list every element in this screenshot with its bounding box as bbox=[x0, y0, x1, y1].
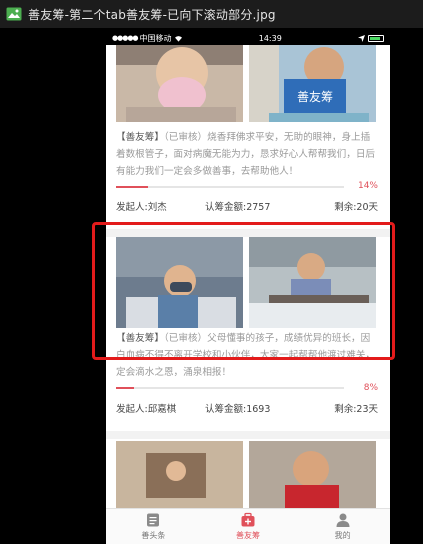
project-photo-right: 善友筹 bbox=[249, 45, 378, 122]
remaining-label: 剩余:23天 bbox=[334, 404, 378, 415]
amount-label: 认筹金额:1693 bbox=[205, 404, 271, 415]
progress-bar bbox=[116, 387, 344, 389]
project-photo-left bbox=[116, 45, 245, 122]
tab-label: 善头条 bbox=[141, 531, 166, 540]
project-photo-right bbox=[249, 237, 378, 328]
progress-bar bbox=[116, 186, 344, 188]
project-description: 【善友筹】（已审核）烧香拜佛求平安，无助的眼神，身上插着数根管子，面对病魔无能为… bbox=[116, 129, 378, 180]
project-tag: 【善友筹】 bbox=[116, 132, 164, 143]
project-list[interactable]: 善友筹 【善友筹】（已审核）烧香拜佛求平安，无助的眼神，身上插着数根管子，面对病… bbox=[106, 45, 390, 508]
project-photo-left bbox=[116, 237, 245, 328]
progress-percent: 14% bbox=[357, 181, 378, 191]
battery-icon bbox=[367, 34, 384, 42]
initiator-label: 发起人:刘杰 bbox=[116, 202, 167, 213]
tab-news[interactable]: 善头条 bbox=[106, 509, 201, 544]
location-icon bbox=[357, 34, 365, 42]
project-card[interactable]: 善友筹 【善友筹】（已审核）烧香拜佛求平安，无助的眼神，身上插着数根管子，面对病… bbox=[106, 45, 390, 229]
tab-label: 我的 bbox=[334, 531, 351, 540]
image-file-icon bbox=[6, 7, 22, 21]
initiator-label: 发起人:邱嘉棋 bbox=[116, 404, 177, 415]
project-tag: 【善友筹】 bbox=[116, 333, 164, 344]
sign-text: 善友筹 bbox=[297, 89, 333, 104]
project-photo-right bbox=[249, 441, 378, 508]
tab-label: 善友筹 bbox=[236, 531, 260, 540]
wifi-icon bbox=[174, 35, 182, 42]
card-divider bbox=[106, 431, 390, 439]
person-icon bbox=[336, 513, 350, 527]
window-titlebar: 善友筹-第二个tab善友筹-已向下滚动部分.jpg bbox=[0, 0, 423, 28]
project-photo-left bbox=[116, 441, 245, 508]
window-title: 善友筹-第二个tab善友筹-已向下滚动部分.jpg bbox=[28, 7, 276, 22]
amount-label: 认筹金额:2757 bbox=[205, 202, 271, 213]
project-card[interactable]: 【善友筹】（已审核）父母懂事的孩子，成绩优异的班长，因白血病不得不离开学校和小伙… bbox=[106, 237, 390, 431]
news-icon bbox=[147, 513, 160, 527]
progress-percent: 8% bbox=[363, 383, 378, 393]
status-bar: ●●●●● 中国移动 14:39 bbox=[106, 31, 390, 45]
phone-screen: ●●●●● 中国移动 14:39 善友筹 【善友筹】（已审核）烧香拜佛求平安，无… bbox=[106, 31, 390, 544]
signal-icon: ●●●●● bbox=[112, 34, 139, 42]
carrier-name: 中国移动 bbox=[139, 33, 172, 43]
remaining-label: 剩余:20天 bbox=[334, 202, 378, 213]
project-card[interactable] bbox=[106, 439, 390, 508]
tab-bar: 善头条 善友筹 我的 bbox=[106, 508, 390, 544]
tab-profile[interactable]: 我的 bbox=[295, 509, 390, 544]
project-description: 【善友筹】（已审核）父母懂事的孩子，成绩优异的班长，因白血病不得不离开学校和小伙… bbox=[116, 330, 378, 381]
card-divider bbox=[106, 229, 390, 237]
tab-fundraise[interactable]: 善友筹 bbox=[201, 509, 296, 544]
donation-box-icon bbox=[241, 512, 255, 527]
status-time: 14:39 bbox=[258, 33, 282, 43]
